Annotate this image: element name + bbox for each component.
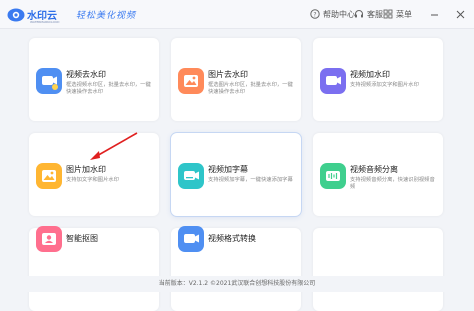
menu-label: 菜单 xyxy=(396,9,412,19)
card-video-audio-separate[interactable]: 视频音频分离 支持视频音频分离，快速识别视频音频 xyxy=(313,133,443,216)
minimize-button[interactable] xyxy=(428,8,440,20)
app-subtitle: WATERMARKCLOUD xyxy=(30,20,60,24)
card-title: 视频加字幕 xyxy=(208,165,248,174)
card-desc: 支持视频加字幕，一键快速添加字幕 xyxy=(208,177,293,183)
video-add-watermark-icon xyxy=(320,68,346,94)
card-desc: 支持加文字和图片水印 xyxy=(66,177,119,183)
help-center-label: 帮助中心 xyxy=(323,9,355,19)
svg-text:?: ? xyxy=(313,12,316,19)
card-empty xyxy=(313,228,443,311)
card-title: 图片去水印 xyxy=(208,70,248,79)
help-icon: ? xyxy=(309,9,320,20)
menu-icon xyxy=(382,9,393,20)
card-desc: 支持视频音频分离，快速识别视频音频 xyxy=(350,177,435,190)
service-button[interactable]: 客服 xyxy=(353,7,383,21)
card-video-add-subtitle[interactable]: 视频加字幕 支持视频加字幕，一键快速添加字幕 xyxy=(171,133,301,216)
audio-separate-icon xyxy=(320,163,346,189)
card-desc: 框选图片水印区，批量去水印，一键快速操作去水印 xyxy=(208,82,293,95)
smart-cutout-icon xyxy=(36,226,62,252)
format-convert-icon xyxy=(178,226,204,252)
card-title: 图片加水印 xyxy=(66,165,106,174)
image-remove-watermark-icon xyxy=(178,68,204,94)
card-title: 视频去水印 xyxy=(66,70,106,79)
card-video-remove-watermark[interactable]: 视频去水印 框选视频水印区，批量去水印，一键快速操作去水印 xyxy=(29,38,159,121)
close-icon xyxy=(456,10,464,18)
headset-icon xyxy=(353,9,364,20)
card-video-format-convert[interactable]: 视频格式转换 xyxy=(171,226,301,311)
card-title: 智能抠图 xyxy=(66,234,98,243)
card-smart-cutout[interactable]: 智能抠图 xyxy=(29,226,159,311)
card-title: 视频音频分离 xyxy=(350,165,398,174)
cloud-logo-icon xyxy=(7,8,25,22)
image-add-watermark-icon xyxy=(36,163,62,189)
title-bar: 水印云 WATERMARKCLOUD 轻松美化视频 ? 帮助中心 客服 菜单 xyxy=(0,0,474,29)
card-desc: 支持视频添加文字和图片水印 xyxy=(350,82,419,88)
card-title: 视频加水印 xyxy=(350,70,390,79)
version-footer: 当前版本：V2.1.2 ©2021武汉联合创想科技股份有限公司 xyxy=(0,276,474,292)
card-title: 视频格式转换 xyxy=(208,234,256,243)
menu-button[interactable]: 菜单 xyxy=(382,7,412,21)
video-subtitle-icon xyxy=(178,163,204,189)
video-remove-watermark-icon xyxy=(36,68,62,94)
card-video-add-watermark[interactable]: 视频加水印 支持视频添加文字和图片水印 xyxy=(313,38,443,121)
minimize-icon xyxy=(430,14,438,15)
help-center-button[interactable]: ? 帮助中心 xyxy=(309,7,355,21)
app-slogan: 轻松美化视频 xyxy=(76,11,137,21)
close-button[interactable] xyxy=(454,8,466,20)
card-image-remove-watermark[interactable]: 图片去水印 框选图片水印区，批量去水印，一键快速操作去水印 xyxy=(171,38,301,121)
service-label: 客服 xyxy=(367,9,383,19)
card-desc: 框选视频水印区，批量去水印，一键快速操作去水印 xyxy=(66,82,151,95)
card-image-add-watermark[interactable]: 图片加水印 支持加文字和图片水印 xyxy=(29,133,159,216)
